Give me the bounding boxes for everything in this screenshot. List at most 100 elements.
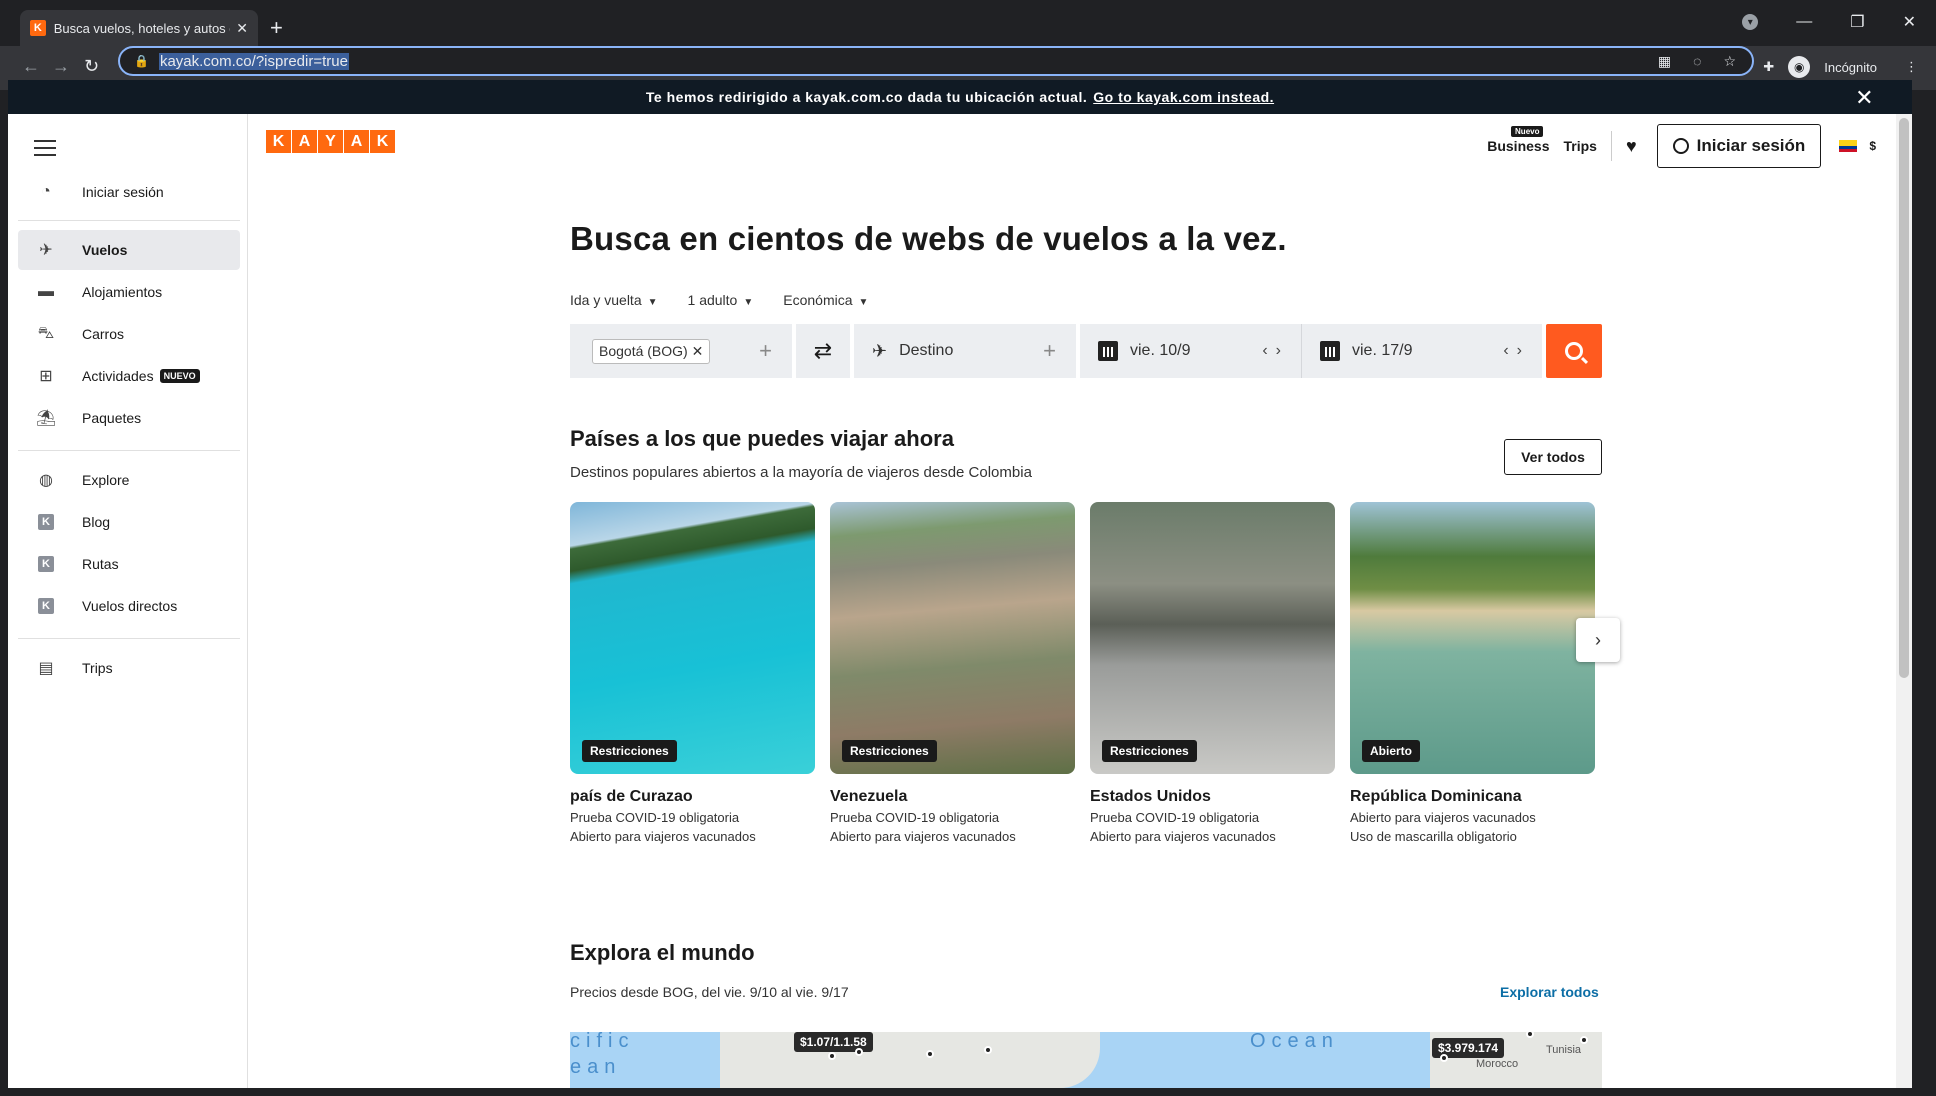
sidebar-item-actividades[interactable]: ⊞ Actividades NUEVO	[18, 356, 240, 396]
forward-icon[interactable]: →	[52, 56, 70, 77]
page-viewport: Te hemos redirigido a kayak.com.co dada …	[8, 80, 1912, 1088]
qr-code-icon[interactable]: ▦	[1658, 53, 1671, 70]
map-dot[interactable]	[828, 1052, 836, 1060]
swap-button[interactable]: ⇄	[796, 324, 850, 378]
destination-card[interactable]: Abierto República Dominicana Abierto par…	[1350, 502, 1595, 844]
destination-field[interactable]: ✈ Destino +	[854, 324, 1076, 378]
carousel-next-button[interactable]: ›	[1576, 618, 1620, 662]
explore-subtitle: Precios desde BOG, del vie. 9/10 al vie.…	[570, 984, 849, 1000]
page-title: Busca en cientos de webs de vuelos a la …	[570, 220, 1287, 257]
signpost-icon: ⊞	[39, 368, 53, 385]
map-dot[interactable]	[984, 1046, 992, 1054]
view-all-button[interactable]: Ver todos	[1504, 439, 1602, 475]
scrollbar-thumb[interactable]	[1899, 118, 1909, 678]
travelers-label: 1 adulto	[687, 292, 738, 308]
add-origin-icon[interactable]: +	[759, 338, 772, 364]
sidebar-item-paquetes[interactable]: ⛱ Paquetes	[18, 398, 240, 438]
address-bar[interactable]: 🔒 kayak.com.co/?ispredir=true ▦ ◌ ☆	[118, 46, 1754, 76]
sidebar-item-label: Trips	[82, 660, 113, 676]
map-dot[interactable]	[926, 1050, 934, 1058]
divider	[18, 450, 240, 451]
cabin-label: Económica	[783, 292, 853, 308]
countries-title: Países a los que puedes viajar ahora	[570, 426, 954, 451]
return-date-field[interactable]: vie. 17/9 ‹›	[1302, 324, 1542, 378]
date-stepper-icon[interactable]: ‹›	[1503, 342, 1530, 360]
url-text: kayak.com.co/?ispredir=true	[158, 52, 349, 70]
cabin-dropdown[interactable]: Económica ▼	[783, 292, 868, 308]
eye-off-icon[interactable]: ◌	[1693, 53, 1701, 70]
menu-kebab-icon[interactable]: ⋮	[1905, 59, 1918, 75]
explore-all-link[interactable]: Explorar todos	[1500, 984, 1599, 1000]
sidebar-item-vuelos-directos[interactable]: K Vuelos directos	[18, 586, 240, 626]
kayak-logo[interactable]: K A Y A K	[266, 130, 396, 153]
travelers-dropdown[interactable]: 1 adulto ▼	[688, 292, 754, 308]
page-scrollbar[interactable]	[1896, 114, 1912, 1088]
map-dot[interactable]	[1440, 1054, 1448, 1062]
user-icon	[1672, 138, 1689, 154]
add-destination-icon[interactable]: +	[1043, 338, 1056, 364]
search-button[interactable]	[1546, 324, 1602, 378]
back-icon[interactable]: ←	[22, 56, 40, 77]
incognito-label[interactable]: Incógnito	[1824, 60, 1877, 75]
window-controls: ▾ — ❐ ✕	[1742, 12, 1916, 32]
currency-selector[interactable]: $	[1869, 139, 1876, 153]
extensions-icon[interactable]: ✚	[1763, 59, 1774, 75]
sidebar-item-trips[interactable]: ▤ Trips	[18, 648, 240, 688]
sidebar-signin[interactable]: ◔ Iniciar sesión	[18, 172, 240, 212]
origin-chip[interactable]: Bogotá (BOG) ✕	[592, 338, 711, 364]
remove-origin-icon[interactable]: ✕	[692, 343, 704, 359]
return-date-value: vie. 17/9	[1352, 342, 1413, 359]
close-banner-icon[interactable]: ✕	[1855, 85, 1874, 111]
sidebar-item-label: Rutas	[82, 556, 119, 572]
sidebar-item-carros[interactable]: ⛍ Carros	[18, 314, 240, 354]
sidebar-item-explore[interactable]: ◍ Explore	[18, 460, 240, 500]
redirect-text: Te hemos redirigido a kayak.com.co dada …	[645, 89, 1088, 105]
bookmark-star-icon[interactable]: ☆	[1723, 53, 1736, 70]
tab-title: Busca vuelos, hoteles y autos de	[53, 20, 231, 36]
tab-search-icon[interactable]: ▾	[1742, 14, 1759, 30]
card-info-line: Prueba COVID-19 obligatoria	[830, 810, 1000, 825]
minimize-icon[interactable]: —	[1796, 13, 1812, 31]
map-dot[interactable]	[1580, 1036, 1588, 1044]
close-window-icon[interactable]: ✕	[1903, 12, 1916, 32]
incognito-icon[interactable]: ◉	[1788, 56, 1811, 78]
explore-map[interactable]: cific ean Ocean $1.07/1.1.58 $3.979.174 …	[570, 1032, 1602, 1088]
close-tab-icon[interactable]: ✕	[236, 20, 248, 37]
signin-button[interactable]: Iniciar sesión	[1656, 124, 1822, 168]
browser-tab[interactable]: K Busca vuelos, hoteles y autos de ✕	[20, 10, 258, 46]
signin-label: Iniciar sesión	[1696, 136, 1806, 155]
restore-icon[interactable]: ❐	[1850, 12, 1864, 32]
destination-card[interactable]: Restricciones país de Curazao Prueba COV…	[570, 502, 815, 844]
destination-card[interactable]: Restricciones Venezuela Prueba COVID-19 …	[830, 502, 1075, 844]
heart-icon[interactable]: ♥	[1626, 136, 1637, 157]
go-to-kayak-com-link[interactable]: Go to kayak.com instead.	[1093, 89, 1274, 105]
status-badge: Restricciones	[582, 740, 677, 762]
logo-letter: Y	[318, 130, 343, 153]
card-info-line: Abierto para viajeros vacunados	[1090, 829, 1276, 844]
sidebar-item-vuelos[interactable]: ✈ Vuelos	[18, 230, 240, 270]
sidebar-item-label: Vuelos	[82, 242, 128, 258]
card-info-line: Abierto para viajeros vacunados	[1350, 810, 1536, 825]
reload-icon[interactable]: ↻	[84, 56, 99, 77]
depart-date-field[interactable]: vie. 10/9 ‹›	[1080, 324, 1302, 378]
calendar-icon	[1098, 341, 1118, 361]
date-stepper-icon[interactable]: ‹›	[1262, 342, 1289, 360]
destination-card[interactable]: Restricciones Estados Unidos Prueba COVI…	[1090, 502, 1335, 844]
sidebar-item-label: Vuelos directos	[82, 598, 178, 614]
sidebar-item-blog[interactable]: K Blog	[18, 502, 240, 542]
origin-field[interactable]: Bogotá (BOG) ✕ +	[570, 324, 792, 378]
business-link[interactable]: Business Nuevo	[1487, 126, 1549, 154]
new-tab-icon[interactable]: +	[270, 17, 283, 39]
trips-link[interactable]: Trips	[1563, 131, 1612, 161]
origin-value: Bogotá (BOG)	[599, 342, 688, 359]
card-info-line: Abierto para viajeros vacunados	[830, 829, 1016, 844]
hamburger-menu-icon[interactable]	[34, 140, 56, 161]
sidebar-item-rutas[interactable]: K Rutas	[18, 544, 240, 584]
browser-window: K Busca vuelos, hoteles y autos de ✕ + ▾…	[0, 0, 1936, 1096]
trip-type-dropdown[interactable]: Ida y vuelta ▼	[570, 292, 658, 308]
logo-letter: K	[370, 130, 395, 153]
sidebar-item-alojamientos[interactable]: ▬ Alojamientos	[18, 272, 240, 312]
colombia-flag-icon[interactable]	[1839, 140, 1858, 152]
map-dot[interactable]	[855, 1048, 863, 1056]
omnibox-actions: ▦ ◌ ☆	[1658, 53, 1736, 70]
